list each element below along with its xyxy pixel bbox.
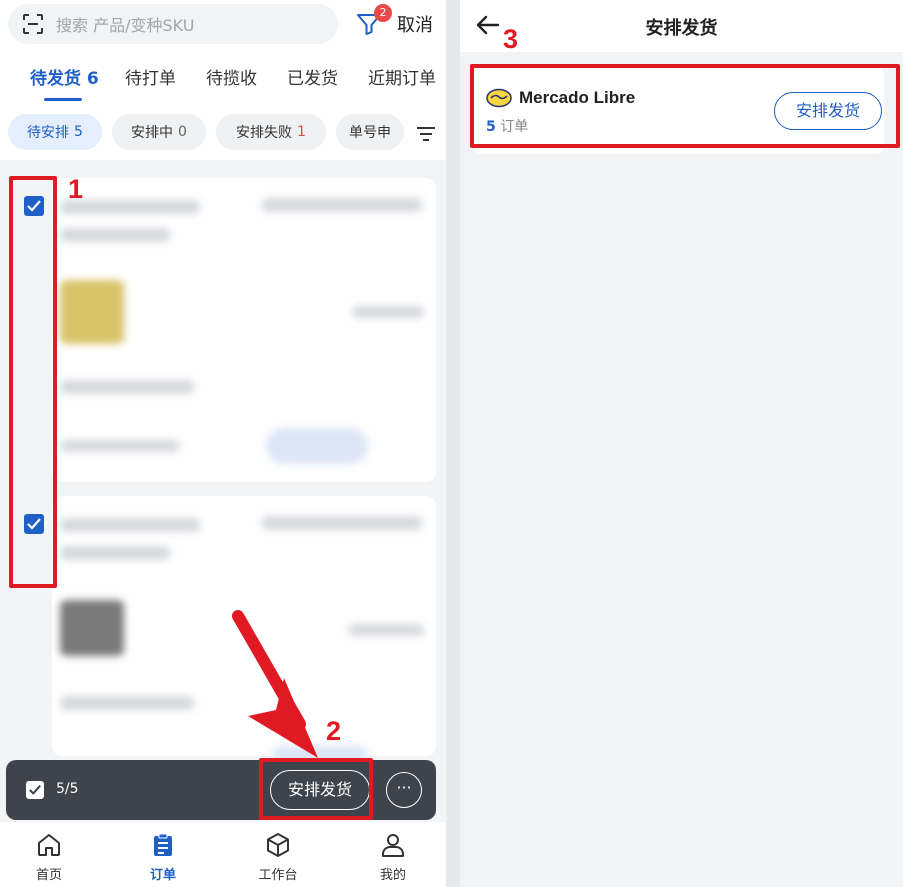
- more-options-button[interactable]: ···: [386, 772, 422, 808]
- order-list-screen: 搜索 产品/变种SKU 2 取消 待发货 6 待打单 待揽收 已发货 近期订单 …: [0, 0, 446, 887]
- nav-orders[interactable]: 订单: [133, 832, 193, 883]
- nav-profile[interactable]: 我的: [363, 832, 423, 883]
- cancel-button[interactable]: 取消: [397, 11, 433, 37]
- bottom-navigation: 首页 订单 工作台 我的: [0, 822, 446, 887]
- tab-recent-orders[interactable]: 近期订单: [368, 64, 436, 89]
- select-all-checkbox[interactable]: [26, 781, 44, 799]
- tab-pending-shipment[interactable]: 待发货 6: [30, 64, 99, 89]
- chip-arranging[interactable]: 安排中 0: [112, 114, 206, 150]
- selected-count: 5/5: [56, 781, 79, 797]
- nav-workbench[interactable]: 工作台: [248, 832, 308, 883]
- search-box[interactable]: 搜索 产品/变种SKU: [8, 4, 338, 44]
- active-tab-indicator: [44, 98, 82, 101]
- check-icon: [29, 785, 41, 795]
- panel-divider: [446, 0, 460, 887]
- chip-to-arrange[interactable]: 待安排 5: [8, 114, 102, 150]
- arrange-shipment-screen: 安排发货 Mercado Libre 5 订单 安排发货 3: [460, 0, 903, 887]
- scan-icon[interactable]: [22, 13, 44, 35]
- annotation-box-3: [470, 64, 900, 148]
- nav-home[interactable]: 首页: [19, 832, 79, 883]
- page-title: 安排发货: [645, 18, 718, 39]
- annotation-box-1: [9, 176, 57, 588]
- home-icon: [38, 834, 60, 856]
- status-tabs: 待发货 6 待打单 待揽收 已发货 近期订单: [0, 64, 446, 104]
- more-icon: ···: [396, 778, 412, 797]
- order-icon: [154, 833, 172, 856]
- top-bar: 搜索 产品/变种SKU 2 取消 待发货 6 待打单 待揽收 已发货 近期订单 …: [0, 0, 446, 160]
- user-icon: [382, 834, 404, 857]
- order-card[interactable]: [52, 178, 436, 482]
- annotation-arrow: [232, 610, 318, 758]
- search-input[interactable]: 搜索 产品/变种SKU: [56, 12, 194, 36]
- sub-status-chips: 待安排 5 安排中 0 安排失败 1 单号申: [0, 114, 446, 152]
- cube-icon: [267, 833, 289, 857]
- sort-icon[interactable]: [416, 126, 436, 142]
- product-thumbnail: [60, 600, 124, 656]
- chip-tracking-apply[interactable]: 单号申: [336, 114, 404, 150]
- product-thumbnail: [60, 280, 124, 344]
- annotation-box-2: [259, 758, 373, 820]
- page-header: 安排发货: [460, 0, 903, 52]
- chip-arrange-failed[interactable]: 安排失败 1: [216, 114, 326, 150]
- tab-pending-pickup[interactable]: 待揽收: [206, 64, 257, 89]
- annotation-number-3: 3: [503, 24, 519, 54]
- filter-badge: 2: [374, 4, 392, 22]
- annotation-number-1: 1: [68, 174, 84, 204]
- tab-pending-print[interactable]: 待打单: [125, 64, 176, 89]
- tab-shipped[interactable]: 已发货: [287, 64, 338, 89]
